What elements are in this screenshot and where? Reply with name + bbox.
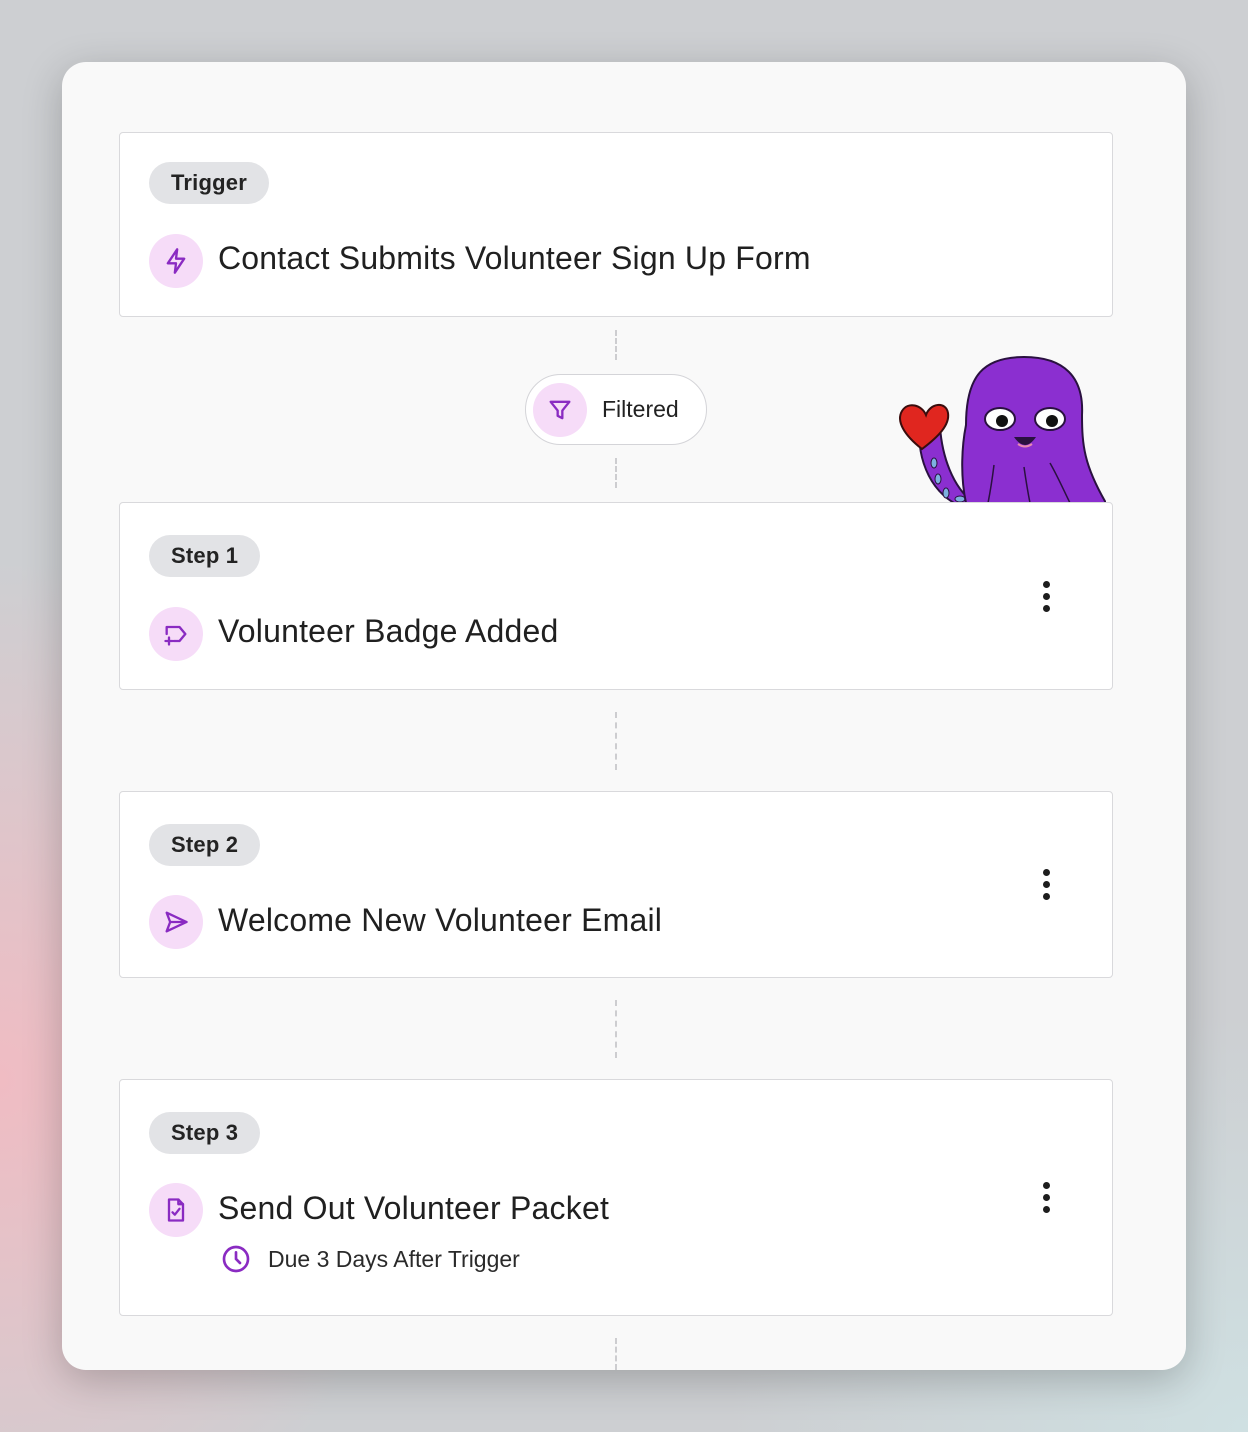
connector-line <box>615 1000 617 1058</box>
connector-line <box>615 712 617 770</box>
trigger-title: Contact Submits Volunteer Sign Up Form <box>218 240 811 276</box>
step-badge: Step 2 <box>149 824 261 866</box>
filter-button[interactable]: Filtered <box>525 374 707 445</box>
octopus-mascot-icon <box>899 355 1106 503</box>
due-info: Due 3 Days After Trigger <box>220 1243 520 1275</box>
step-card-3[interactable]: Step 3 Send Out Volunteer Packet Due 3 D… <box>119 1079 1113 1316</box>
send-icon <box>149 895 203 949</box>
filter-label: Filtered <box>602 396 679 422</box>
step-title: Welcome New Volunteer Email <box>218 902 663 938</box>
step-title: Volunteer Badge Added <box>218 613 559 649</box>
step-badge: Step 3 <box>149 1112 261 1154</box>
trigger-badge: Trigger <box>149 162 269 204</box>
tag-plus-icon <box>149 607 203 661</box>
funnel-icon <box>533 383 587 437</box>
connector-line <box>615 330 617 360</box>
step-card-2[interactable]: Step 2 Welcome New Volunteer Email <box>119 791 1113 978</box>
step-card-1[interactable]: Step 1 Volunteer Badge Added <box>119 502 1113 690</box>
step-title: Send Out Volunteer Packet <box>218 1190 610 1226</box>
workflow-panel: Trigger Contact Submits Volunteer Sign U… <box>62 62 1186 1370</box>
more-options-button[interactable] <box>1030 1177 1062 1217</box>
more-options-button[interactable] <box>1030 864 1062 904</box>
clock-icon <box>222 1245 250 1273</box>
step-badge: Step 1 <box>149 535 261 577</box>
trigger-card[interactable]: Trigger Contact Submits Volunteer Sign U… <box>119 132 1113 317</box>
lightning-bolt-icon <box>149 234 203 288</box>
connector-line <box>615 458 617 488</box>
connector-line <box>615 1338 617 1370</box>
due-label: Due 3 Days After Trigger <box>268 1245 520 1272</box>
more-options-button[interactable] <box>1030 576 1062 616</box>
document-check-icon <box>149 1183 203 1237</box>
